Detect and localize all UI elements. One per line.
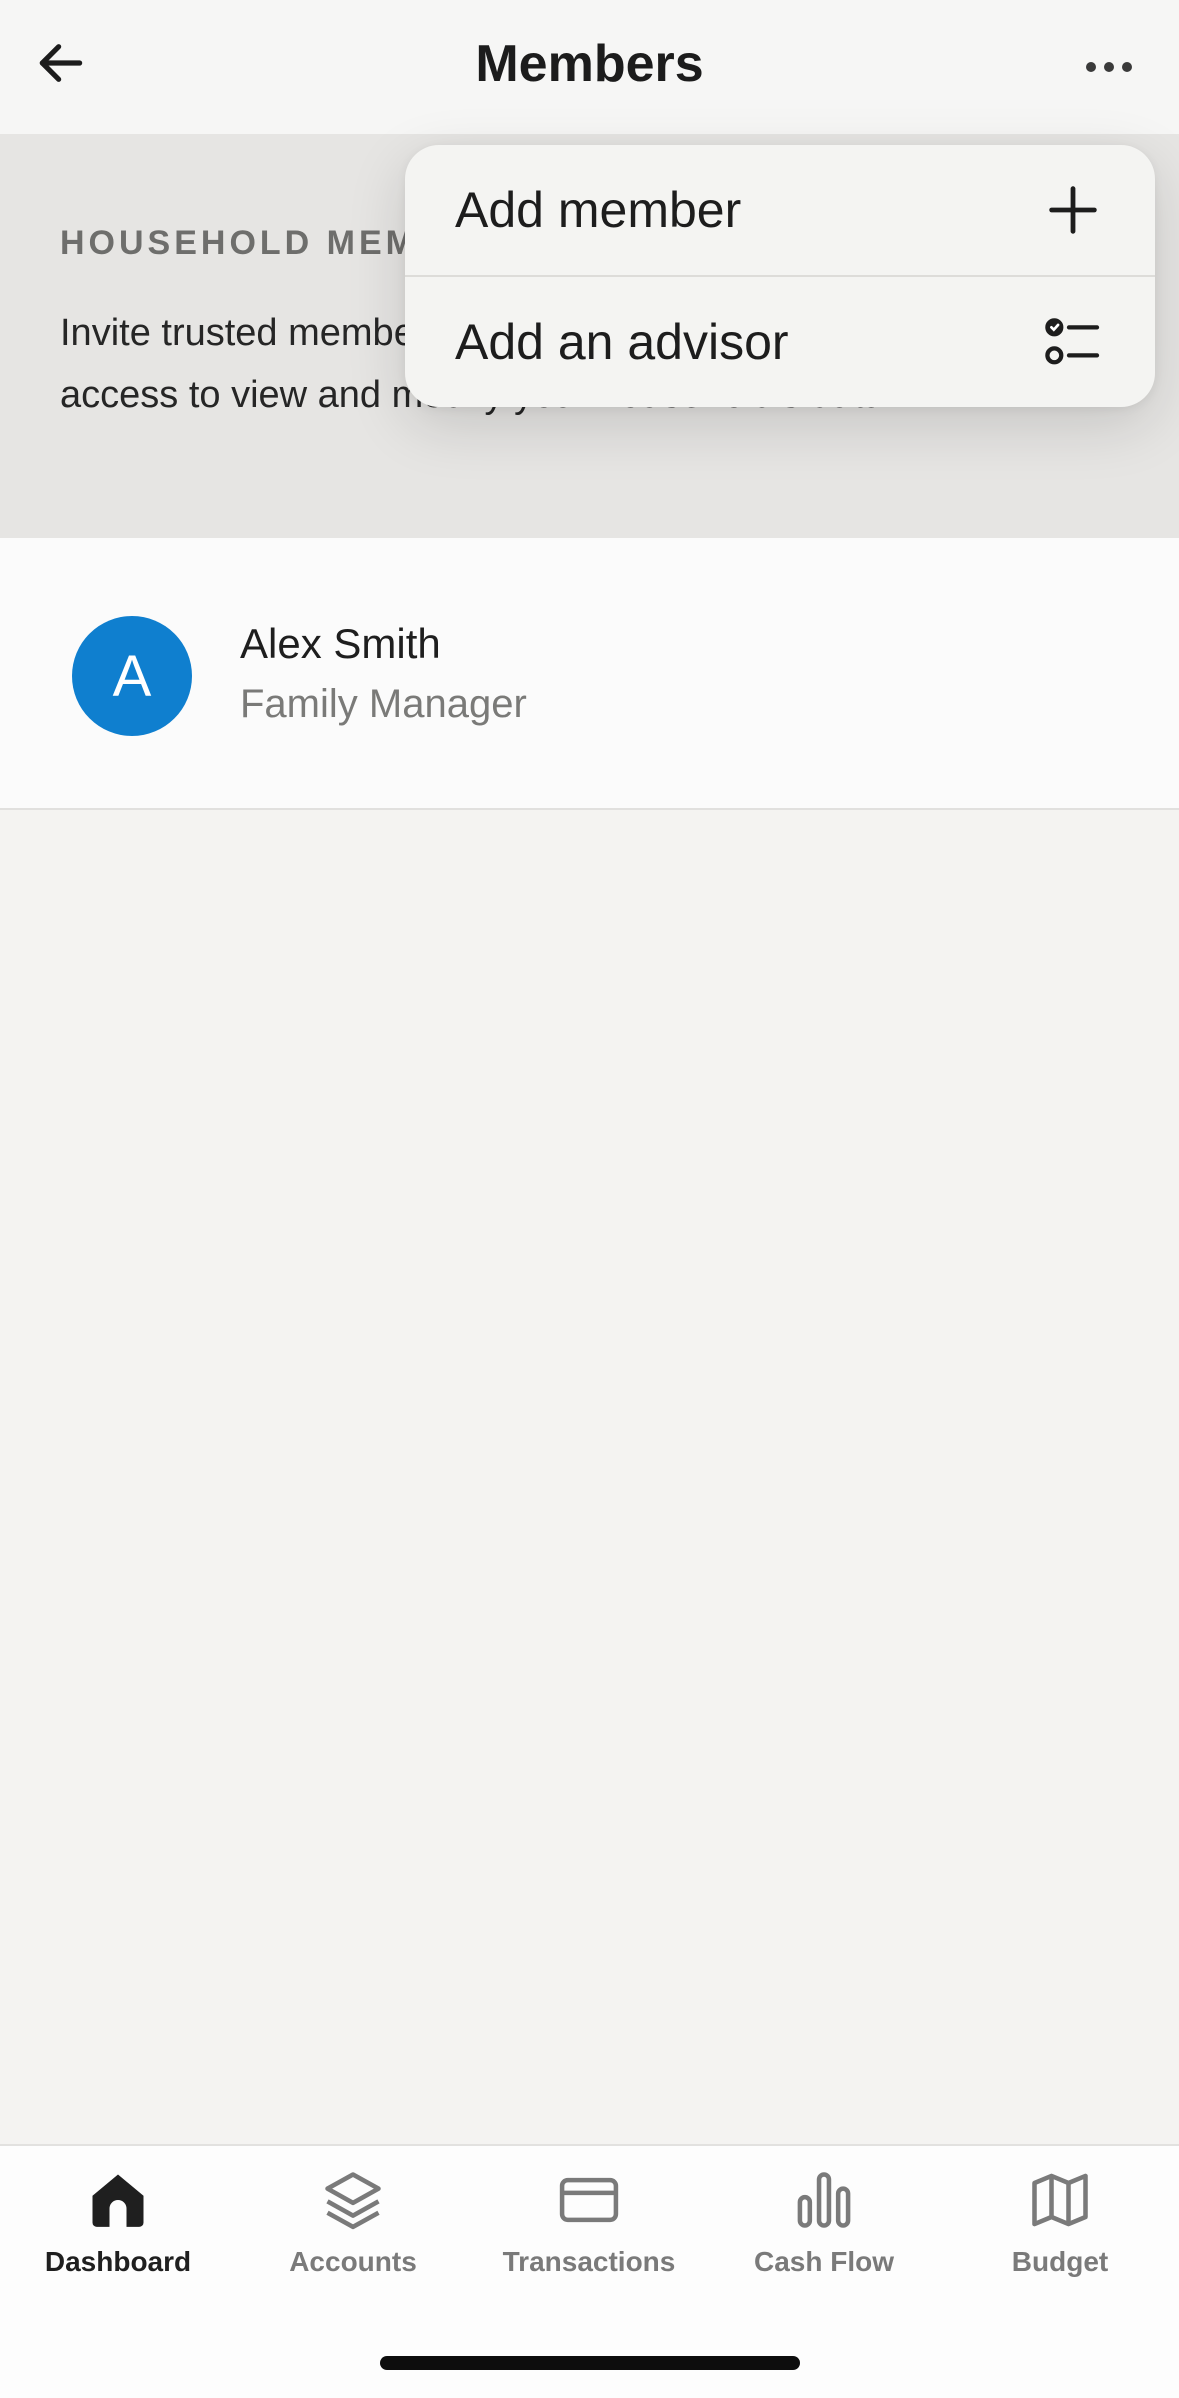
page-title: Members bbox=[475, 35, 704, 93]
more-horizontal-icon bbox=[1086, 62, 1096, 72]
tab-label: Budget bbox=[1011, 2246, 1109, 2277]
member-role: Family Manager bbox=[240, 682, 527, 726]
options-dropdown-menu: Add member Add an advisor bbox=[405, 145, 1155, 407]
avatar: A bbox=[72, 616, 192, 736]
tab-accounts[interactable]: Accounts bbox=[253, 2166, 453, 2306]
more-options-button[interactable] bbox=[1069, 32, 1149, 102]
member-row[interactable]: A Alex Smith Family Manager bbox=[0, 538, 1179, 810]
tab-transactions[interactable]: Transactions bbox=[489, 2166, 689, 2306]
tab-dashboard[interactable]: Dashboard bbox=[18, 2166, 218, 2306]
tab-label: Accounts bbox=[289, 2246, 417, 2277]
menu-item-label: Add an advisor bbox=[455, 314, 789, 370]
tab-label: Cash Flow bbox=[753, 2246, 894, 2277]
home-icon bbox=[92, 2174, 144, 2227]
tab-label: Transactions bbox=[502, 2246, 676, 2277]
tab-label: Dashboard bbox=[44, 2246, 192, 2277]
map-icon bbox=[1032, 2173, 1088, 2227]
tab-cash-flow[interactable]: Cash Flow bbox=[724, 2166, 924, 2306]
bar-chart-icon bbox=[797, 2172, 851, 2228]
member-name: Alex Smith bbox=[240, 620, 441, 667]
layers-icon bbox=[325, 2172, 381, 2230]
plus-icon bbox=[1049, 186, 1097, 234]
menu-item-label: Add member bbox=[455, 182, 742, 238]
checklist-icon bbox=[1045, 318, 1100, 365]
tab-budget[interactable]: Budget bbox=[960, 2166, 1160, 2306]
home-indicator bbox=[380, 2356, 800, 2370]
menu-item-add-member[interactable]: Add member bbox=[405, 145, 1155, 277]
credit-card-icon bbox=[559, 2177, 619, 2223]
top-nav-bar: Members bbox=[0, 0, 1179, 135]
menu-item-add-advisor[interactable]: Add an advisor bbox=[405, 277, 1155, 407]
